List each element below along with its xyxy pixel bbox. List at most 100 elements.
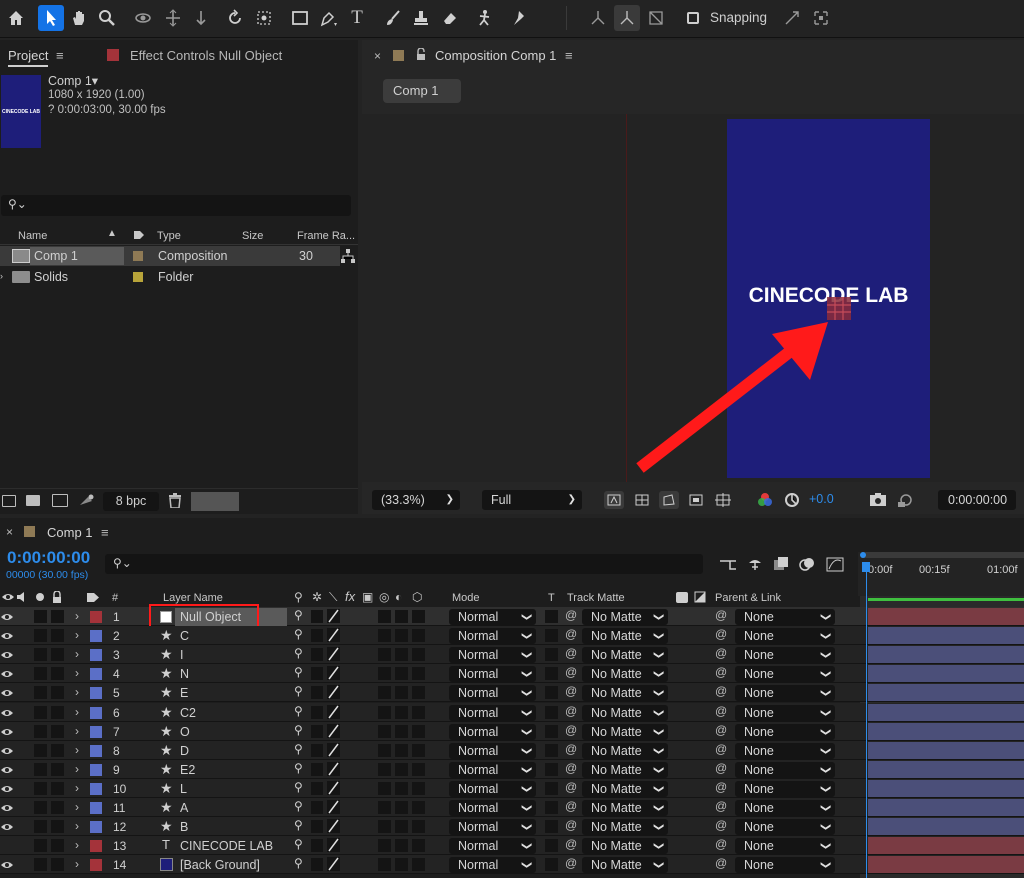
eye-icon[interactable] bbox=[1, 650, 15, 660]
layer-row[interactable]: › 13 T CINECODE LAB ⚲ Normal ❯ @ No Matte ❯ @ None ❯ bbox=[0, 836, 1024, 855]
label-swatch[interactable] bbox=[90, 859, 102, 871]
track-matte-dropdown[interactable]: No Matte ❯ bbox=[582, 705, 668, 721]
expand-icon[interactable]: › bbox=[75, 705, 79, 719]
frame-blend-switch[interactable] bbox=[378, 648, 391, 661]
shy-switch-icon[interactable]: ⚲ bbox=[294, 590, 303, 604]
bpc-button[interactable]: 8 bpc bbox=[103, 492, 159, 511]
collapse-switch-icon[interactable]: ✲ bbox=[312, 590, 322, 604]
parent-pick-whip-icon[interactable]: @ bbox=[715, 856, 727, 870]
solo-toggle[interactable] bbox=[34, 706, 47, 719]
adjustment-switch[interactable] bbox=[412, 706, 425, 719]
solo-toggle[interactable] bbox=[34, 839, 47, 852]
expand-icon[interactable]: › bbox=[75, 781, 79, 795]
mode-dropdown[interactable]: Normal ❯ bbox=[449, 609, 536, 625]
frame-blend-switch[interactable] bbox=[378, 858, 391, 871]
expand-icon[interactable]: › bbox=[75, 762, 79, 776]
exposure-reset-icon[interactable] bbox=[783, 491, 801, 509]
quality-switch[interactable] bbox=[327, 819, 340, 833]
layer-duration-bar[interactable] bbox=[868, 704, 1024, 721]
layer-row[interactable]: › 9 ★ E2 ⚲ Normal ❯ @ No Matte ❯ @ None ❯ bbox=[0, 760, 1024, 779]
motion-blur-switch[interactable] bbox=[395, 801, 408, 814]
close-icon[interactable]: × bbox=[374, 49, 381, 63]
work-area-bar[interactable] bbox=[862, 552, 1024, 558]
frame-blend-switch[interactable] bbox=[378, 744, 391, 757]
world-axis-icon[interactable] bbox=[614, 5, 640, 31]
shy-switch-icon[interactable]: ⚲ bbox=[294, 837, 303, 851]
preserve-transparency-toggle[interactable] bbox=[545, 839, 558, 852]
shy-switch-icon[interactable]: ⚲ bbox=[294, 608, 303, 622]
snapping-checkbox[interactable] bbox=[687, 12, 699, 24]
project-search-input[interactable]: ⚲⌄ bbox=[1, 195, 351, 216]
track-matte-dropdown[interactable]: No Matte ❯ bbox=[582, 819, 668, 835]
col-layer-name[interactable]: Layer Name bbox=[163, 592, 223, 604]
quality-switch[interactable] bbox=[327, 762, 340, 776]
parent-dropdown[interactable]: None ❯ bbox=[735, 857, 835, 873]
hand-icon[interactable] bbox=[66, 5, 92, 31]
quality-switch[interactable] bbox=[327, 705, 340, 719]
layer-name[interactable]: O bbox=[180, 725, 190, 739]
zoom-icon[interactable] bbox=[94, 5, 120, 31]
track-matte-dropdown[interactable]: No Matte ❯ bbox=[582, 666, 668, 682]
parent-dropdown[interactable]: None ❯ bbox=[735, 838, 835, 854]
lock-icon[interactable] bbox=[416, 48, 426, 60]
track-matte-dropdown[interactable]: No Matte ❯ bbox=[582, 609, 668, 625]
label-swatch[interactable] bbox=[90, 630, 102, 642]
frame-blend-switch[interactable] bbox=[378, 820, 391, 833]
pick-whip-icon[interactable]: @ bbox=[565, 665, 577, 679]
grid-guides-icon[interactable] bbox=[713, 491, 733, 509]
work-area-start[interactable] bbox=[860, 552, 866, 558]
layer-duration-bar[interactable] bbox=[868, 761, 1024, 778]
pen-icon[interactable] bbox=[316, 5, 342, 31]
mode-dropdown[interactable]: Normal ❯ bbox=[449, 762, 536, 778]
expand-icon[interactable]: › bbox=[75, 724, 79, 738]
shy-switch-icon[interactable]: ⚲ bbox=[294, 780, 303, 794]
label-swatch[interactable] bbox=[90, 649, 102, 661]
layer-row[interactable]: › 1 Null Object ⚲ Normal ❯ @ No Matte ❯ @ None ❯ bbox=[0, 604, 1024, 630]
flowchart-icon[interactable] bbox=[340, 248, 356, 264]
current-time[interactable]: 0:00:00:00 bbox=[7, 548, 90, 568]
eye-icon[interactable] bbox=[1, 631, 15, 641]
color-depth-swatch[interactable] bbox=[191, 492, 239, 511]
snap-edges-icon[interactable] bbox=[779, 5, 805, 31]
parent-dropdown[interactable]: None ❯ bbox=[735, 628, 835, 644]
mode-dropdown[interactable]: Normal ❯ bbox=[449, 724, 536, 740]
selection-icon[interactable] bbox=[38, 5, 64, 31]
layer-name[interactable]: D bbox=[180, 744, 189, 758]
pick-whip-icon[interactable]: @ bbox=[565, 799, 577, 813]
timeline-search-input[interactable]: ⚲⌄ bbox=[105, 554, 703, 574]
frame-blend-switch[interactable] bbox=[378, 801, 391, 814]
layer-row[interactable]: › 2 ★ C ⚲ Normal ❯ @ No Matte ❯ @ None ❯ bbox=[0, 626, 1024, 645]
region-of-interest-icon[interactable] bbox=[686, 491, 706, 509]
col-track-matte[interactable]: Track Matte bbox=[567, 592, 625, 604]
parent-pick-whip-icon[interactable]: @ bbox=[715, 665, 727, 679]
preserve-transparency-toggle[interactable] bbox=[545, 782, 558, 795]
quality-switch[interactable] bbox=[327, 609, 340, 623]
snapshot-icon[interactable] bbox=[869, 492, 887, 507]
adjustment-switch[interactable] bbox=[412, 686, 425, 699]
parent-pick-whip-icon[interactable]: @ bbox=[715, 646, 727, 660]
mode-dropdown[interactable]: Normal ❯ bbox=[449, 781, 536, 797]
layer-row[interactable]: › 4 ★ N ⚲ Normal ❯ @ No Matte ❯ @ None ❯ bbox=[0, 664, 1024, 683]
expand-icon[interactable]: › bbox=[75, 609, 79, 623]
eye-icon[interactable] bbox=[1, 727, 15, 737]
collapse-switch[interactable] bbox=[311, 686, 323, 699]
quality-switch[interactable] bbox=[327, 628, 340, 642]
quality-switch[interactable] bbox=[327, 724, 340, 738]
tab-timeline[interactable]: Comp 1 bbox=[47, 525, 93, 540]
tab-composition[interactable]: Composition Comp 1 bbox=[435, 48, 556, 63]
type-icon[interactable]: T bbox=[344, 5, 370, 31]
new-folder-icon[interactable] bbox=[26, 495, 40, 506]
collapse-switch[interactable] bbox=[311, 706, 323, 719]
label-tag-icon[interactable] bbox=[86, 592, 100, 603]
expand-icon[interactable]: › bbox=[75, 628, 79, 642]
shy-layers-icon[interactable] bbox=[746, 555, 764, 573]
track-matte-dropdown[interactable]: No Matte ❯ bbox=[582, 647, 668, 663]
channel-icon[interactable] bbox=[757, 492, 773, 508]
project-item-comp[interactable]: Comp 1 Composition 30 bbox=[0, 246, 340, 266]
collapse-switch[interactable] bbox=[311, 667, 323, 680]
lock-toggle[interactable] bbox=[51, 858, 64, 871]
shy-switch-icon[interactable]: ⚲ bbox=[294, 742, 303, 756]
parent-dropdown[interactable]: None ❯ bbox=[735, 724, 835, 740]
lock-toggle[interactable] bbox=[51, 610, 64, 623]
interpret-footage-icon[interactable] bbox=[2, 495, 16, 507]
